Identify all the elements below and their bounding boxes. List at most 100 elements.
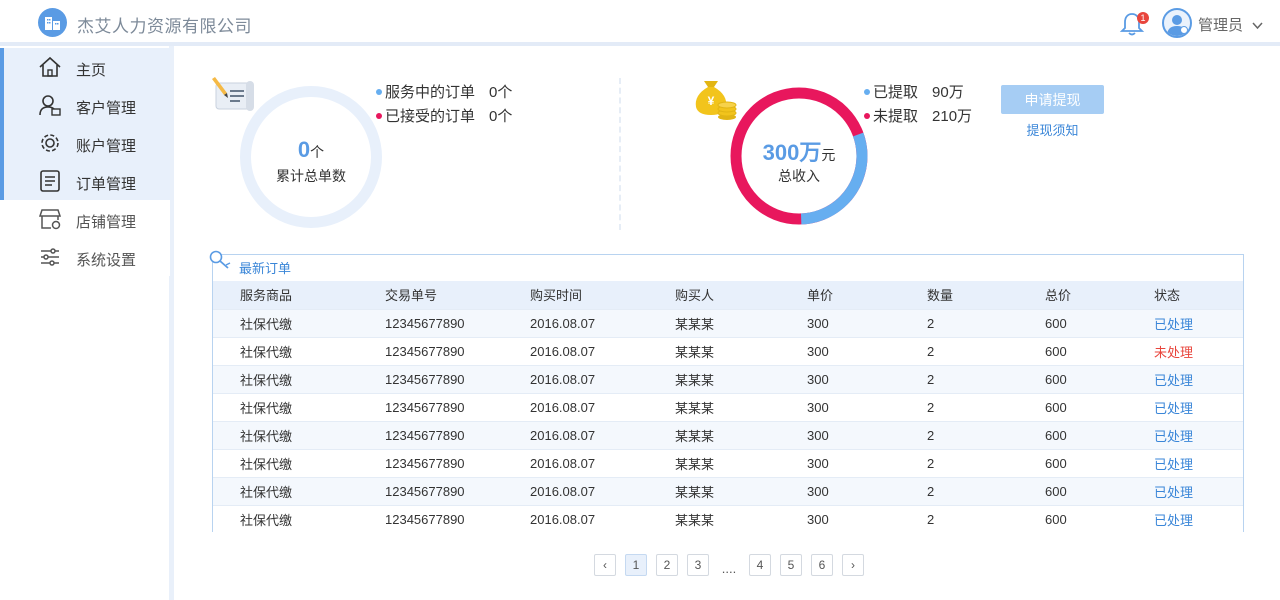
- accepted-dot: [376, 112, 382, 119]
- table-cell: 600: [1045, 455, 1067, 471]
- total-income-unit: 元: [821, 147, 836, 163]
- company-logo-icon: [38, 8, 67, 37]
- table-row[interactable]: 社保代缴 12345677890 2016.08.07 某某某 300 2 600 已处理: [213, 309, 1243, 337]
- status-cell: 已处理: [1154, 456, 1194, 472]
- page-button-4[interactable]: 4: [749, 553, 771, 576]
- table-cell: 2: [927, 483, 935, 499]
- table-cell: 社保代缴: [240, 484, 293, 500]
- table-cell: 300: [807, 315, 829, 331]
- table-cell: 某某某: [675, 316, 715, 332]
- top-header: 杰艾人力资源有限公司 1 管理员: [0, 0, 1280, 46]
- pagination: ‹ 1 2 3.... 4 5 6 ›: [594, 553, 873, 576]
- table-cell: 某某某: [675, 484, 715, 500]
- table-cell: 600: [1045, 399, 1067, 415]
- table-cell: 社保代缴: [240, 372, 293, 388]
- status-cell: 已处理: [1154, 428, 1194, 444]
- sidebar-item-accounts[interactable]: 账户管理: [0, 124, 170, 162]
- table-cell: 社保代缴: [240, 428, 293, 444]
- table-row[interactable]: 社保代缴 12345677890 2016.08.07 某某某 300 2 600 已处理: [213, 505, 1243, 533]
- column-header: 购买人: [675, 288, 715, 304]
- in-service-label: 服务中的订单: [385, 84, 476, 101]
- table-cell: 2: [927, 371, 935, 387]
- store-icon: [38, 208, 62, 230]
- table-row[interactable]: 社保代缴 12345677890 2016.08.07 某某某 300 2 600 已处理: [213, 449, 1243, 477]
- prev-page-button[interactable]: ‹: [594, 553, 616, 576]
- table-row[interactable]: 社保代缴 12345677890 2016.08.07 某某某 300 2 600 已处理: [213, 393, 1243, 421]
- page-button-6[interactable]: 6: [811, 553, 833, 576]
- total-orders-number: 0: [297, 137, 311, 162]
- table-cell: 社保代缴: [240, 400, 293, 416]
- table-cell: 600: [1045, 483, 1067, 499]
- in-service-value: 0个: [489, 84, 513, 101]
- apply-withdraw-button[interactable]: 申请提现: [1001, 85, 1104, 114]
- total-orders-label: 累计总单数: [276, 168, 346, 184]
- withdrawn-value: 90万: [932, 84, 964, 101]
- table-cell: 社保代缴: [240, 344, 293, 360]
- next-page-button[interactable]: ›: [842, 553, 864, 576]
- table-cell: 2016.08.07: [530, 427, 596, 443]
- latest-orders-title: 最新订单: [239, 261, 292, 276]
- table-cell: 600: [1045, 511, 1067, 527]
- table-cell: 12345677890: [385, 315, 465, 331]
- table-cell: 300: [807, 399, 829, 415]
- table-cell: 2: [927, 343, 935, 359]
- table-cell: 2016.08.07: [530, 483, 596, 499]
- column-header: 状态: [1154, 288, 1181, 304]
- company-name: 杰艾人力资源有限公司: [77, 17, 252, 36]
- table-cell: 2016.08.07: [530, 371, 596, 387]
- table-cell: 2016.08.07: [530, 455, 596, 471]
- unwithdrawn-dot: [864, 112, 870, 119]
- withdraw-notice-link[interactable]: 提现须知: [1001, 120, 1104, 139]
- status-cell: 已处理: [1154, 372, 1194, 388]
- table-cell: 300: [807, 371, 829, 387]
- pin-icon: [208, 249, 232, 276]
- chevron-down-icon[interactable]: [1252, 17, 1263, 35]
- total-income-label: 总收入: [778, 168, 820, 184]
- withdrawn-dot: [864, 88, 870, 95]
- table-header-row: 服务商品 交易单号 购买时间 购买人 单价 数量 总价 状态: [213, 281, 1243, 309]
- unwithdrawn-label: 未提取: [873, 108, 919, 125]
- sidebar-item-settings[interactable]: 系统设置: [0, 238, 170, 276]
- document-icon: [38, 170, 62, 192]
- table-cell: 社保代缴: [240, 456, 293, 472]
- sidebar-item-orders[interactable]: 订单管理: [0, 162, 170, 200]
- sidebar-item-label: 店铺管理: [76, 214, 137, 231]
- table-cell: 社保代缴: [240, 316, 293, 332]
- table-cell: 2: [927, 399, 935, 415]
- table-cell: 12345677890: [385, 343, 465, 359]
- status-cell: 已处理: [1154, 512, 1194, 528]
- table-row[interactable]: 社保代缴 12345677890 2016.08.07 某某某 300 2 600 已处理: [213, 365, 1243, 393]
- table-cell: 300: [807, 455, 829, 471]
- sidebar-item-home[interactable]: 主页: [0, 48, 170, 86]
- sidebar-item-label: 账户管理: [76, 138, 137, 155]
- table-row[interactable]: 社保代缴 12345677890 2016.08.07 某某某 300 2 600 已处理: [213, 421, 1243, 449]
- total-orders-value: 0个: [240, 137, 382, 163]
- table-cell: 300: [807, 511, 829, 527]
- page-button-1[interactable]: 1: [625, 553, 647, 576]
- table-cell: 某某某: [675, 512, 715, 528]
- table-row[interactable]: 社保代缴 12345677890 2016.08.07 某某某 300 2 600 已处理: [213, 477, 1243, 505]
- gear-icon: [38, 132, 62, 154]
- sidebar: 主页 客户管理 账户管理 订单管理 店铺管理 系统设置: [0, 46, 174, 600]
- page-button-5[interactable]: 5: [780, 553, 802, 576]
- total-income-value: 300万元: [728, 135, 870, 167]
- unwithdrawn-income: 未提取 210万: [864, 105, 972, 126]
- table-row[interactable]: 社保代缴 12345677890 2016.08.07 某某某 300 2 600 未处理: [213, 337, 1243, 365]
- user-name[interactable]: 管理员: [1198, 14, 1243, 35]
- withdrawn-label: 已提取: [873, 84, 919, 101]
- accepted-orders: 已接受的订单 0个: [376, 105, 512, 126]
- table-cell: 12345677890: [385, 511, 465, 527]
- table-cell: 2: [927, 315, 935, 331]
- table-cell: 2016.08.07: [530, 511, 596, 527]
- table-cell: 某某某: [675, 344, 715, 360]
- total-orders-unit: 个: [310, 144, 325, 160]
- sidebar-item-label: 系统设置: [76, 252, 137, 269]
- page-button-3[interactable]: 3: [687, 553, 709, 576]
- sidebar-item-stores[interactable]: 店铺管理: [0, 200, 170, 238]
- table-cell: 某某某: [675, 428, 715, 444]
- user-avatar[interactable]: [1162, 8, 1192, 38]
- sidebar-item-customers[interactable]: 客户管理: [0, 86, 170, 124]
- table-cell: 社保代缴: [240, 512, 293, 528]
- table-cell: 2016.08.07: [530, 343, 596, 359]
- page-button-2[interactable]: 2: [656, 553, 678, 576]
